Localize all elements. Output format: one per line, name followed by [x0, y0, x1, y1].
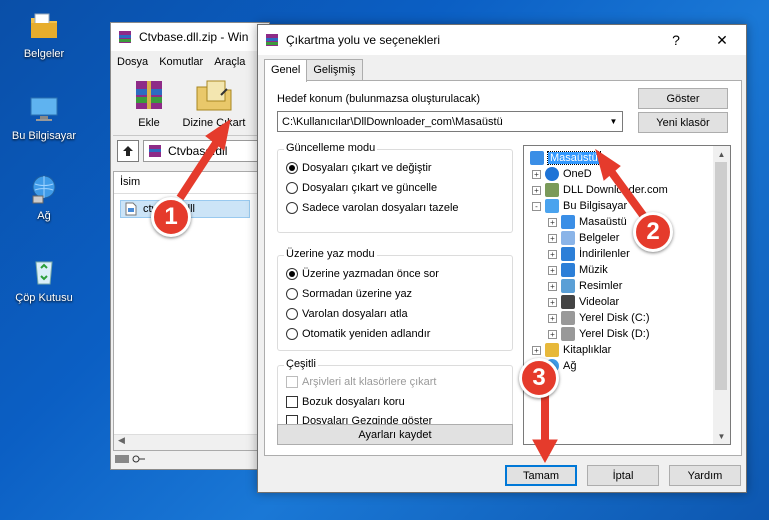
- arrow-1-shaft: [176, 137, 222, 201]
- callout-badge-1: 1: [151, 197, 191, 237]
- callout-arrows: [176, 118, 652, 464]
- arrow-1-head: [205, 118, 231, 151]
- callout-badge-3: 3: [519, 358, 559, 398]
- tab-general[interactable]: Genel: [264, 59, 308, 82]
- arrow-3-head: [532, 439, 558, 464]
- callout-badge-2: 2: [633, 212, 673, 252]
